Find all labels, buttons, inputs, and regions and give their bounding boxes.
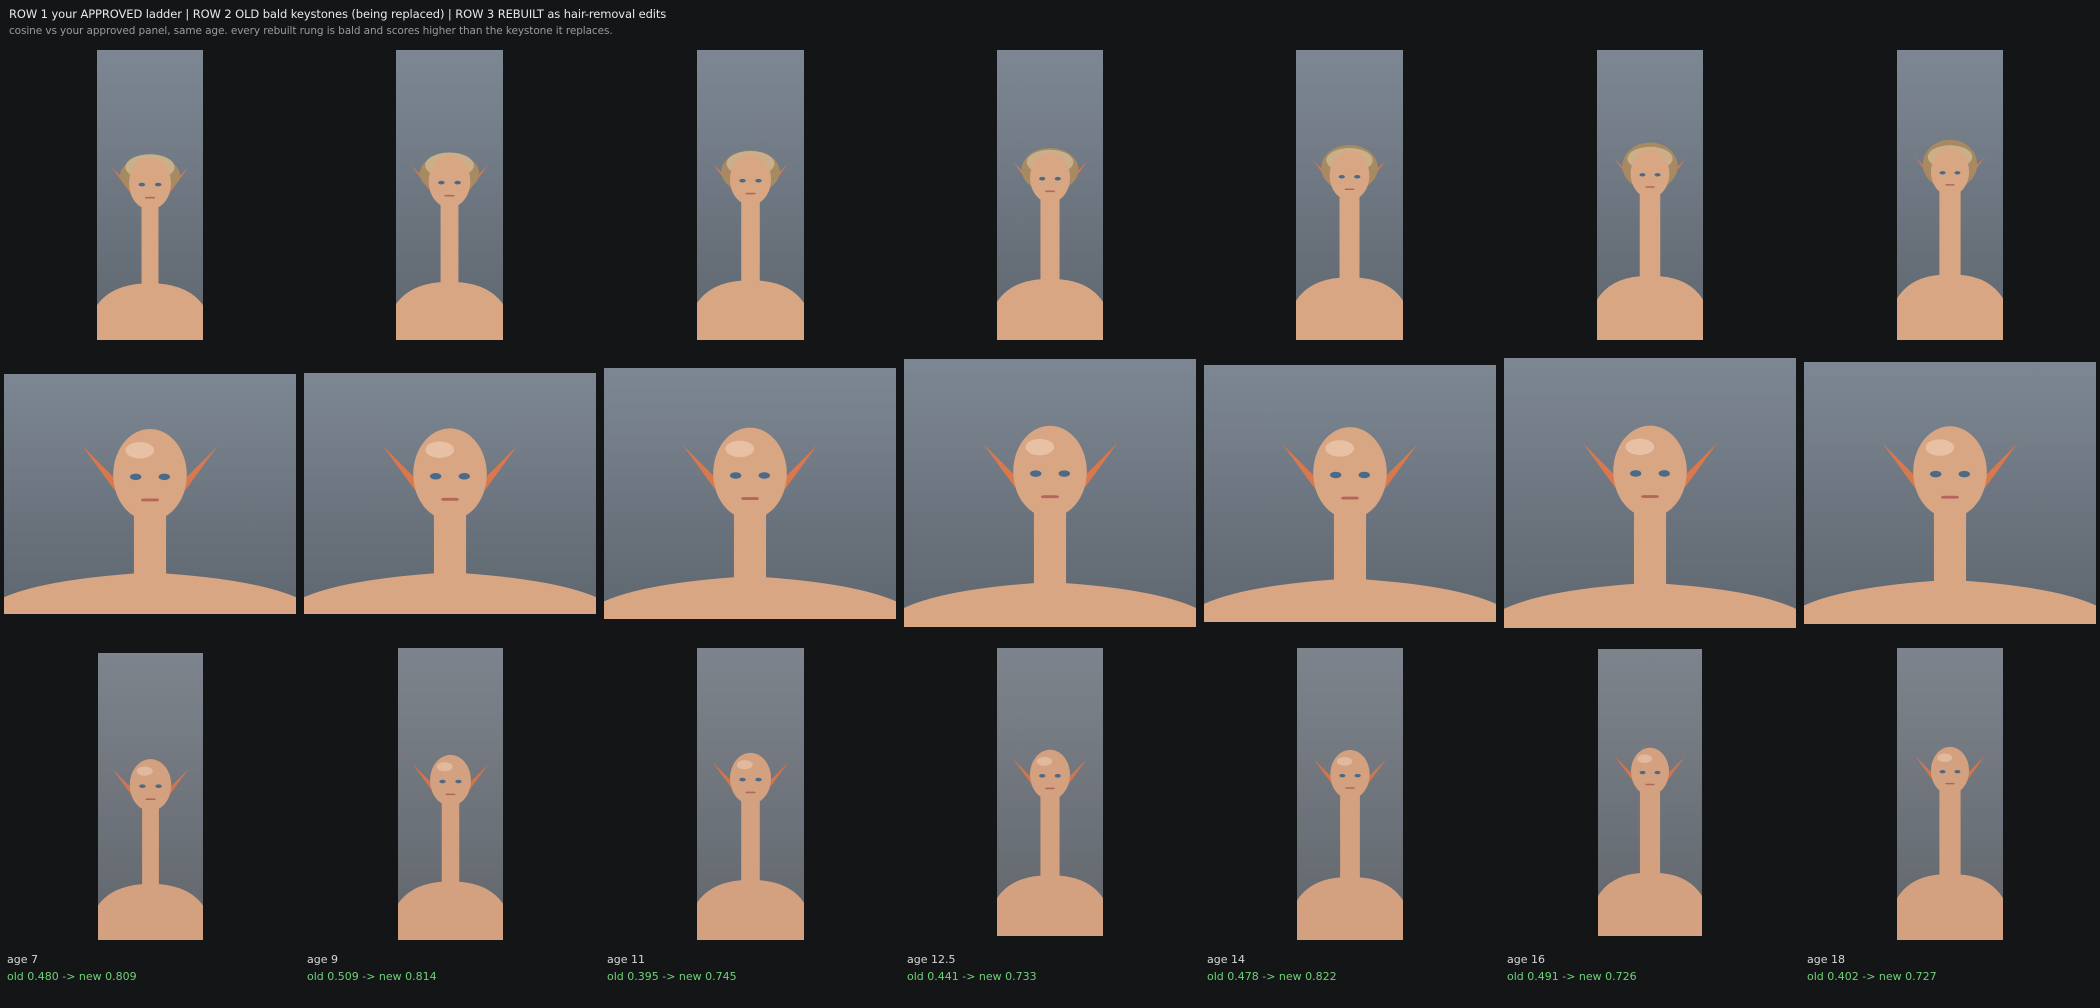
score-label: old 0.402 -> new 0.727 xyxy=(1807,970,1937,983)
score-label: old 0.441 -> new 0.733 xyxy=(907,970,1037,983)
approved-portrait-image xyxy=(1897,50,2003,340)
rebuilt-portrait-image xyxy=(1297,648,1403,940)
rebuilt-portrait-image xyxy=(1598,649,1702,936)
rebuilt-portrait-image xyxy=(98,653,203,940)
old-keystone-portrait-image xyxy=(304,373,596,614)
age-column: age 12.5 old 0.441 -> new 0.733 xyxy=(900,0,1200,1008)
age-column: age 14 old 0.478 -> new 0.822 xyxy=(1200,0,1500,1008)
age-label: age 12.5 xyxy=(907,953,956,966)
old-keystone-portrait-image xyxy=(604,368,896,619)
score-label: old 0.491 -> new 0.726 xyxy=(1507,970,1637,983)
old-keystone-portrait-image xyxy=(1804,362,2096,624)
rebuilt-portrait-image xyxy=(1897,648,2003,940)
rebuilt-portrait-image xyxy=(697,648,804,940)
score-label: old 0.478 -> new 0.822 xyxy=(1207,970,1337,983)
age-column: age 7 old 0.480 -> new 0.809 xyxy=(0,0,300,1008)
age-label: age 14 xyxy=(1207,953,1245,966)
age-label: age 18 xyxy=(1807,953,1845,966)
age-label: age 9 xyxy=(307,953,338,966)
age-label: age 7 xyxy=(7,953,38,966)
age-column: age 9 old 0.509 -> new 0.814 xyxy=(300,0,600,1008)
approved-portrait-image xyxy=(697,50,804,340)
age-column: age 18 old 0.402 -> new 0.727 xyxy=(1800,0,2100,1008)
score-label: old 0.480 -> new 0.809 xyxy=(7,970,137,983)
rebuilt-portrait-image xyxy=(997,648,1103,936)
old-keystone-portrait-image xyxy=(4,374,296,614)
old-keystone-portrait-image xyxy=(904,359,1196,627)
old-keystone-portrait-image xyxy=(1204,365,1496,622)
rebuilt-portrait-image xyxy=(398,648,503,940)
score-label: old 0.509 -> new 0.814 xyxy=(307,970,437,983)
age-label: age 16 xyxy=(1507,953,1545,966)
approved-portrait-image xyxy=(1597,50,1703,340)
score-label: old 0.395 -> new 0.745 xyxy=(607,970,737,983)
approved-portrait-image xyxy=(97,50,203,340)
approved-portrait-image xyxy=(1296,50,1403,340)
age-column: age 16 old 0.491 -> new 0.726 xyxy=(1500,0,1800,1008)
old-keystone-portrait-image xyxy=(1504,358,1796,628)
age-label: age 11 xyxy=(607,953,645,966)
approved-portrait-image xyxy=(396,50,503,340)
comparison-page: ROW 1 your APPROVED ladder | ROW 2 OLD b… xyxy=(0,0,2100,1008)
approved-portrait-image xyxy=(997,50,1103,340)
age-column: age 11 old 0.395 -> new 0.745 xyxy=(600,0,900,1008)
